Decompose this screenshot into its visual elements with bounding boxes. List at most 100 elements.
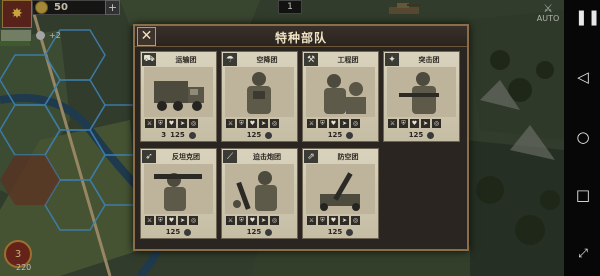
range-icon: ◎ bbox=[351, 216, 360, 225]
unit-name: 工程团 bbox=[337, 55, 359, 64]
attack-icon: ⚔ bbox=[307, 216, 316, 225]
move-icon: ➤ bbox=[259, 216, 268, 225]
coin-icon bbox=[427, 131, 435, 139]
card-header: ⟋ 迫击炮团 bbox=[222, 149, 297, 164]
back-icon[interactable]: ◁ bbox=[575, 68, 591, 86]
move-icon: ➤ bbox=[259, 119, 268, 128]
truck-icon: ⛟ bbox=[142, 53, 156, 66]
supply-value: 3 bbox=[161, 131, 167, 139]
transport-truck-illustration bbox=[144, 67, 213, 117]
unit-cost: 125 bbox=[303, 130, 378, 140]
defense-icon: ⛨ bbox=[399, 119, 408, 128]
health-icon: ♥ bbox=[410, 119, 419, 128]
card-header: ➶ 反坦克团 bbox=[141, 149, 216, 164]
health-icon: ♥ bbox=[248, 216, 257, 225]
coin-icon bbox=[184, 228, 192, 236]
engineer-illustration bbox=[306, 67, 375, 117]
home-icon[interactable]: ○ bbox=[575, 128, 591, 146]
unit-cost: 3 125 bbox=[141, 130, 216, 140]
coin-icon bbox=[265, 131, 273, 139]
defense-icon: ⛨ bbox=[156, 119, 165, 128]
unit-card-airborne[interactable]: ☂ 空降团 ⚔ ⛨ ♥ ➤ ◎ 125 bbox=[221, 51, 298, 142]
special-forces-dialog: 特种部队 ✕ ⛟ 运输团 ⚔ ⛨ ♥ ➤ ◎ 3 125 ☂ 空降团 ⚔ ⛨ ♥… bbox=[133, 24, 469, 251]
unit-cost: 125 bbox=[303, 227, 378, 237]
unit-name: 运输团 bbox=[175, 55, 197, 64]
unit-name: 防空团 bbox=[337, 152, 359, 161]
card-header: ✦ 突击团 bbox=[384, 52, 459, 67]
coin-icon bbox=[265, 228, 273, 236]
unit-card-assault[interactable]: ✦ 突击团 ⚔ ⛨ ♥ ➤ ◎ 125 bbox=[383, 51, 460, 142]
close-button[interactable]: ✕ bbox=[137, 27, 156, 46]
range-icon: ◎ bbox=[351, 119, 360, 128]
attack-icon: ⚔ bbox=[145, 119, 154, 128]
pause-icon[interactable]: ❚❚ bbox=[575, 8, 600, 26]
health-icon: ♥ bbox=[167, 216, 176, 225]
health-icon: ♥ bbox=[248, 119, 257, 128]
cost-value: 125 bbox=[246, 228, 262, 236]
unit-card-engineer[interactable]: ⚒ 工程团 ⚔ ⛨ ♥ ➤ ◎ 125 bbox=[302, 51, 379, 142]
expand-icon[interactable]: ⤢ bbox=[575, 246, 591, 261]
attack-icon: ⚔ bbox=[226, 119, 235, 128]
range-icon: ◎ bbox=[270, 216, 279, 225]
unit-name: 突击团 bbox=[418, 55, 440, 64]
unit-cost: 125 bbox=[384, 130, 459, 140]
attack-icon: ⚔ bbox=[388, 119, 397, 128]
attack-icon: ⚔ bbox=[145, 216, 154, 225]
defense-icon: ⛨ bbox=[318, 216, 327, 225]
unit-name: 迫击炮团 bbox=[253, 152, 281, 161]
move-icon: ➤ bbox=[340, 119, 349, 128]
card-header: ⚒ 工程团 bbox=[303, 52, 378, 67]
coin-icon bbox=[188, 131, 196, 139]
move-icon: ➤ bbox=[340, 216, 349, 225]
unit-card-mortar[interactable]: ⟋ 迫击炮团 ⚔ ⛨ ♥ ➤ ◎ 125 bbox=[221, 148, 298, 239]
cost-value: 125 bbox=[408, 131, 424, 139]
defense-icon: ⛨ bbox=[318, 119, 327, 128]
card-header: ⛟ 运输团 bbox=[141, 52, 216, 67]
range-icon: ◎ bbox=[189, 216, 198, 225]
move-icon: ➤ bbox=[178, 119, 187, 128]
unit-stats: ⚔ ⛨ ♥ ➤ ◎ bbox=[226, 119, 294, 129]
coin-icon bbox=[346, 228, 354, 236]
cost-value: 125 bbox=[327, 131, 343, 139]
unit-card-transport[interactable]: ⛟ 运输团 ⚔ ⛨ ♥ ➤ ◎ 3 125 bbox=[140, 51, 217, 142]
unit-name: 反坦克团 bbox=[172, 152, 200, 161]
unit-cost: 125 bbox=[222, 227, 297, 237]
unit-cost: 125 bbox=[141, 227, 216, 237]
antiair-gun-illustration bbox=[306, 164, 375, 214]
bazooka-icon: ➶ bbox=[142, 150, 156, 163]
cost-value: 125 bbox=[327, 228, 343, 236]
cost-value: 125 bbox=[170, 131, 185, 139]
unit-stats: ⚔ ⛨ ♥ ➤ ◎ bbox=[145, 119, 213, 129]
defense-icon: ⛨ bbox=[237, 119, 246, 128]
range-icon: ◎ bbox=[432, 119, 441, 128]
health-icon: ♥ bbox=[329, 216, 338, 225]
unit-card-antitank[interactable]: ➶ 反坦克团 ⚔ ⛨ ♥ ➤ ◎ 125 bbox=[140, 148, 217, 239]
defense-icon: ⛨ bbox=[237, 216, 246, 225]
card-header: ☂ 空降团 bbox=[222, 52, 297, 67]
cost-value: 125 bbox=[246, 131, 262, 139]
mortar-icon: ⟋ bbox=[223, 150, 237, 163]
unit-stats: ⚔ ⛨ ♥ ➤ ◎ bbox=[388, 119, 456, 129]
parachute-icon: ☂ bbox=[223, 53, 237, 66]
unit-stats: ⚔ ⛨ ♥ ➤ ◎ bbox=[145, 216, 213, 226]
range-icon: ◎ bbox=[189, 119, 198, 128]
move-icon: ➤ bbox=[178, 216, 187, 225]
unit-stats: ⚔ ⛨ ♥ ➤ ◎ bbox=[226, 216, 294, 226]
antitank-soldier-illustration bbox=[144, 164, 213, 214]
recents-icon[interactable]: □ bbox=[575, 186, 591, 204]
coin-icon bbox=[346, 131, 354, 139]
move-icon: ➤ bbox=[421, 119, 430, 128]
mortar-crew-illustration bbox=[225, 164, 294, 214]
unit-card-antiair[interactable]: ⇗ 防空团 ⚔ ⛨ ♥ ➤ ◎ 125 bbox=[302, 148, 379, 239]
health-icon: ♥ bbox=[167, 119, 176, 128]
shovel-icon: ⚒ bbox=[304, 53, 318, 66]
card-header: ⇗ 防空团 bbox=[303, 149, 378, 164]
attack-icon: ⚔ bbox=[226, 216, 235, 225]
health-icon: ♥ bbox=[329, 119, 338, 128]
assault-icon: ✦ bbox=[385, 53, 399, 66]
attack-icon: ⚔ bbox=[307, 119, 316, 128]
unit-stats: ⚔ ⛨ ♥ ➤ ◎ bbox=[307, 119, 375, 129]
unit-cost: 125 bbox=[222, 130, 297, 140]
unit-stats: ⚔ ⛨ ♥ ➤ ◎ bbox=[307, 216, 375, 226]
unit-name: 空降团 bbox=[256, 55, 278, 64]
